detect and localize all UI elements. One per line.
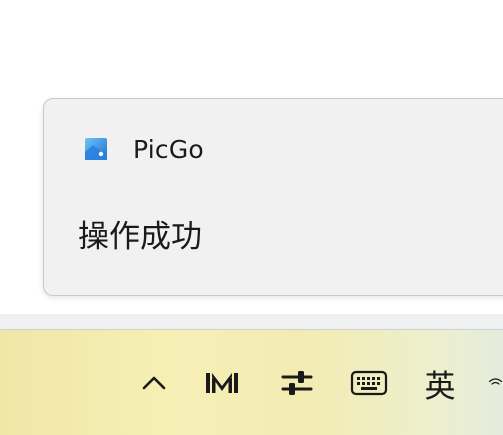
notification-toast[interactable]: PicGo 操作成功 <box>43 98 503 296</box>
chevron-up-icon[interactable] <box>140 365 168 401</box>
notification-header: PicGo <box>84 134 204 164</box>
keyboard-icon[interactable] <box>350 365 388 401</box>
notification-message: 操作成功 <box>78 219 202 255</box>
ime-indicator[interactable]: 英 <box>420 365 460 405</box>
taskbar: 英 <box>0 329 503 435</box>
network-icon[interactable] <box>488 365 503 401</box>
notification-app-name: PicGo <box>133 134 204 164</box>
desktop-strip <box>0 314 503 330</box>
picgo-app-icon <box>84 137 108 161</box>
app-tray-icon[interactable] <box>204 365 240 401</box>
sliders-icon[interactable] <box>280 365 314 401</box>
